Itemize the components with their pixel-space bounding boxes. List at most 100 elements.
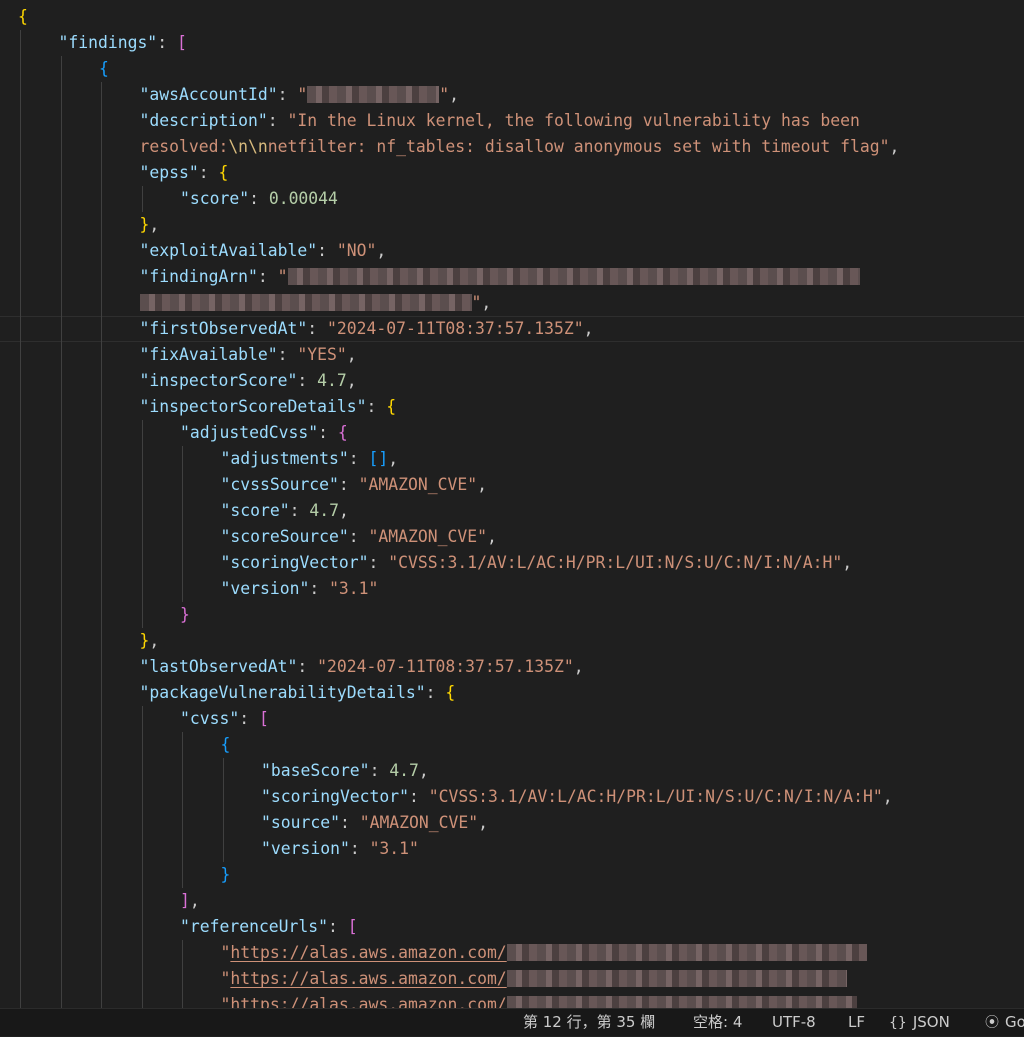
code-line[interactable]: { (0, 4, 1024, 30)
code-token: "packageVulnerabilityDetails" (139, 683, 426, 702)
code-line[interactable]: resolved:\n\nnetfilter: nf_tables: disal… (0, 134, 1024, 160)
indent-guide (20, 862, 21, 888)
code-token: : (368, 553, 389, 572)
encoding-setting[interactable]: UTF-8 (772, 1009, 816, 1036)
code-line[interactable]: ", (0, 290, 1024, 316)
indent-guide (20, 940, 21, 966)
code-line[interactable]: "source": "AMAZON_CVE", (0, 810, 1024, 836)
code-token: } (139, 215, 150, 234)
code-line[interactable]: "score": 0.00044 (0, 186, 1024, 212)
language-label: JSON (912, 1013, 950, 1031)
code-line[interactable]: "version": "3.1" (0, 836, 1024, 862)
indent-guide (20, 654, 21, 680)
indent-guide (60, 446, 62, 472)
code-line[interactable]: "inspectorScoreDetails": { (0, 394, 1024, 420)
code-token: https://alas.aws.amazon.com/ (230, 969, 507, 988)
indent-guide (101, 524, 102, 550)
code-line[interactable]: "lastObservedAt": "2024-07-11T08:37:57.1… (0, 654, 1024, 680)
code-line[interactable]: { (0, 56, 1024, 82)
code-line[interactable]: "exploitAvailable": "NO", (0, 238, 1024, 264)
code-line-content: "exploitAvailable": "NO", (140, 238, 387, 264)
code-line[interactable]: "findings": [ (0, 30, 1024, 56)
go-live-button[interactable]: ⦿ Go (985, 1009, 1024, 1036)
code-line[interactable]: "firstObservedAt": "2024-07-11T08:37:57.… (0, 316, 1024, 342)
indent-guide (101, 212, 102, 238)
eol-setting[interactable]: LF (848, 1009, 865, 1036)
code-line[interactable]: ], (0, 888, 1024, 914)
code-line[interactable]: "scoringVector": "CVSS:3.1/AV:L/AC:H/PR:… (0, 550, 1024, 576)
indent-guide (60, 550, 62, 576)
code-token: , (346, 345, 357, 364)
code-line[interactable]: "score": 4.7, (0, 498, 1024, 524)
code-token: { (218, 163, 229, 182)
indent-guide (101, 576, 102, 602)
indent-guide (182, 758, 183, 784)
indent-guide (20, 810, 21, 836)
cursor-position[interactable]: 第 12 行，第 35 欄 (523, 1009, 655, 1036)
code-line[interactable]: "version": "3.1" (0, 576, 1024, 602)
code-token: 4.7 (309, 501, 339, 520)
code-line[interactable]: "https://alas.aws.amazon.com/ (0, 992, 1024, 1008)
code-token: } (220, 865, 231, 884)
code-line[interactable]: "adjustedCvss": { (0, 420, 1024, 446)
indent-guide (101, 602, 102, 628)
indent-guide (20, 108, 21, 134)
indentation-setting[interactable]: 空格: 4 (693, 1009, 742, 1036)
code-line-content: "baseScore": 4.7, (261, 758, 429, 784)
code-token: } (139, 631, 150, 650)
code-line[interactable]: "findingArn": " (0, 264, 1024, 290)
code-line-content: "cvss": [ (180, 706, 269, 732)
code-line[interactable]: } (0, 602, 1024, 628)
code-line-content: "adjustedCvss": { (180, 420, 348, 446)
code-line[interactable]: "inspectorScore": 4.7, (0, 368, 1024, 394)
code-line[interactable]: "baseScore": 4.7, (0, 758, 1024, 784)
code-line[interactable]: "scoreSource": "AMAZON_CVE", (0, 524, 1024, 550)
indent-guide (101, 316, 102, 342)
indent-guide (141, 888, 143, 914)
code-line[interactable]: { (0, 732, 1024, 758)
code-token: "score" (220, 501, 290, 520)
code-line[interactable]: }, (0, 628, 1024, 654)
code-line[interactable]: "cvss": [ (0, 706, 1024, 732)
code-token: " (220, 995, 231, 1008)
language-mode[interactable]: {} JSON (889, 1009, 950, 1036)
indent-guide (20, 524, 21, 550)
code-line-content: "description": "In the Linux kernel, the… (140, 108, 860, 134)
code-token: "referenceUrls" (180, 917, 329, 936)
code-token: , (573, 657, 584, 676)
code-token: netfilter: nf_tables: disallow anonymous… (267, 137, 890, 156)
code-editor[interactable]: {"findings": [{"awsAccountId": " ", "descr… (0, 0, 1024, 1008)
code-line[interactable]: "epss": { (0, 160, 1024, 186)
indent-guide (141, 602, 143, 628)
indent-guide (60, 862, 62, 888)
code-line[interactable]: "https://alas.aws.amazon.com/ (0, 940, 1024, 966)
code-line[interactable]: "awsAccountId": " ", (0, 82, 1024, 108)
code-line[interactable]: "adjustments": [], (0, 446, 1024, 472)
code-line[interactable]: "referenceUrls": [ (0, 914, 1024, 940)
code-token: : (369, 761, 390, 780)
indent-guide (20, 914, 21, 940)
code-line[interactable]: "https://alas.aws.amazon.com/ (0, 966, 1024, 992)
indent-guide (20, 732, 21, 758)
code-token: "version" (261, 839, 350, 858)
code-token: , (149, 215, 160, 234)
code-line[interactable]: "scoringVector": "CVSS:3.1/AV:L/AC:H/PR:… (0, 784, 1024, 810)
code-line[interactable]: "fixAvailable": "YES", (0, 342, 1024, 368)
code-line[interactable]: "packageVulnerabilityDetails": { (0, 680, 1024, 706)
code-line-content: "https://alas.aws.amazon.com/ (221, 966, 847, 992)
indent-guide (60, 576, 62, 602)
code-line-content: }, (140, 628, 160, 654)
code-token: : (157, 33, 177, 52)
code-token: { (18, 7, 28, 26)
code-line[interactable]: } (0, 862, 1024, 888)
code-line[interactable]: }, (0, 212, 1024, 238)
indent-guide (182, 498, 183, 524)
indent-guide (60, 290, 62, 316)
code-line[interactable]: "description": "In the Linux kernel, the… (0, 108, 1024, 134)
code-line[interactable]: "cvssSource": "AMAZON_CVE", (0, 472, 1024, 498)
code-token: , (486, 527, 497, 546)
indent-guide (60, 134, 62, 160)
indent-guide (20, 706, 21, 732)
indent-guide (101, 732, 102, 758)
redacted-value (287, 267, 860, 285)
